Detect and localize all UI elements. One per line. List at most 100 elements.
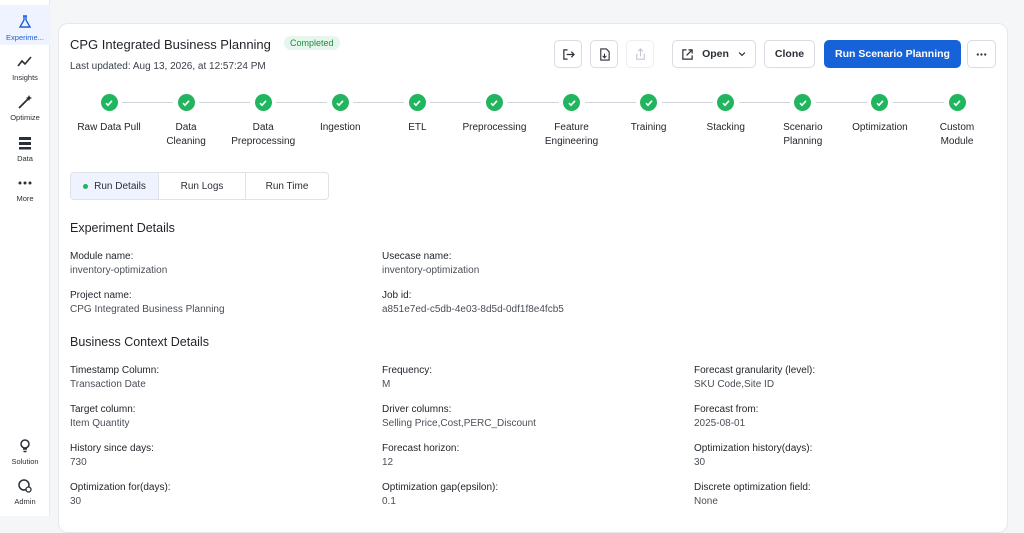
business-field: Driver columns: Selling Price,Cost,PERC_D…: [382, 403, 536, 431]
share-button[interactable]: [626, 40, 654, 68]
export-button[interactable]: [554, 40, 582, 68]
business-field: Optimization for(days): 30: [70, 481, 171, 509]
sidebar-item-optimize[interactable]: Optimize: [0, 94, 50, 124]
module-name-field: Module name: inventory-optimization: [70, 250, 167, 278]
clone-button[interactable]: Clone: [764, 40, 815, 68]
field-label: Project name:: [70, 290, 132, 301]
field-label: History since days:: [70, 443, 154, 454]
sidebar-item-label: Data: [17, 154, 33, 163]
check-icon: [871, 94, 889, 111]
admin-icon: [18, 479, 32, 493]
check-icon: [563, 94, 581, 111]
status-badge: Completed: [284, 36, 340, 50]
field-value: CPG Integrated Business Planning: [70, 304, 225, 315]
business-field: History since days: 730: [70, 442, 154, 470]
pipeline-step-label: Training: [630, 122, 667, 133]
sidebar: Experime... Insights Optimize Data More …: [0, 0, 50, 516]
business-field: Optimization history(days): 30: [694, 442, 812, 470]
check-icon: [794, 94, 812, 111]
pipeline-step-label: Optimization: [852, 122, 908, 133]
sidebar-item-label: More: [16, 194, 34, 203]
more-options-button[interactable]: [967, 40, 996, 68]
tab-label: Run Details: [94, 180, 146, 192]
experiment-card: CPG Integrated Business Planning Complet…: [58, 23, 1008, 533]
check-icon: [640, 94, 658, 111]
pipeline-step-label: Preprocessing: [462, 122, 527, 133]
business-field: Forecast from: 2025-08-01: [694, 403, 758, 431]
trend-icon: [17, 56, 32, 67]
business-field: Frequency: M: [382, 364, 432, 392]
sidebar-item-data[interactable]: Data: [0, 135, 50, 165]
field-value: a851e7ed-c5db-4e03-8d5d-0df1f8e4fcb5: [382, 304, 564, 315]
external-link-icon: [682, 48, 693, 60]
flask-icon: [18, 15, 32, 28]
sidebar-item-label: Experime...: [6, 33, 44, 42]
field-label: Forecast from:: [694, 404, 759, 415]
business-field: Forecast horizon: 12: [382, 442, 459, 470]
business-field: Target column: Item Quantity: [70, 403, 136, 431]
field-label: Optimization for(days):: [70, 482, 171, 493]
share-icon: [635, 47, 645, 60]
field-label: Job id:: [382, 290, 412, 301]
check-icon: [331, 94, 349, 111]
business-field: Discrete optimization field: None: [694, 481, 811, 509]
pipeline-stepper: Raw Data Pull Data Cleaning Data Preproces…: [59, 94, 1009, 154]
tab-run-details[interactable]: Run Details: [71, 173, 159, 199]
field-label: Forecast granularity (level):: [694, 365, 816, 376]
export-icon: [562, 48, 575, 60]
check-icon: [948, 94, 966, 111]
sidebar-item-more[interactable]: More: [0, 175, 50, 205]
sidebar-item-admin[interactable]: Admin: [0, 478, 50, 508]
field-label: Module name:: [70, 251, 134, 262]
active-dot-icon: [83, 183, 89, 189]
pipeline-step-label: Raw Data Pull: [77, 122, 141, 133]
document-button[interactable]: [590, 40, 618, 68]
field-value: SKU Code,Site ID: [694, 379, 775, 390]
field-value: 12: [382, 457, 394, 468]
project-name-field: Project name: CPG Integrated Business Pl…: [70, 289, 225, 317]
field-value: M: [382, 379, 391, 390]
tab-label: Run Time: [265, 180, 309, 192]
field-label: Frequency:: [382, 365, 433, 376]
field-value: inventory-optimization: [382, 265, 480, 276]
check-icon: [254, 94, 272, 111]
business-field: Forecast granularity (level): SKU Code,Si…: [694, 364, 815, 392]
sidebar-item-label: Optimize: [10, 113, 40, 122]
database-icon: [19, 137, 31, 150]
field-value: 2025-08-01: [694, 418, 746, 429]
field-label: Optimization gap(epsilon):: [382, 482, 499, 493]
pipeline-step-label: Data Cleaning: [166, 122, 206, 147]
pipeline-step-label: Data Preprocessing: [231, 122, 296, 147]
field-label: Usecase name:: [382, 251, 452, 262]
run-scenario-planning-button[interactable]: Run Scenario Planning: [824, 40, 961, 68]
field-value: 730: [70, 457, 87, 468]
field-value: 30: [70, 496, 82, 507]
tab-run-logs[interactable]: Run Logs: [159, 173, 246, 199]
tab-run-time[interactable]: Run Time: [246, 173, 328, 199]
pipeline-step-label: Feature Engineering: [544, 122, 599, 147]
field-label: Discrete optimization field:: [694, 482, 811, 493]
field-value: None: [694, 496, 718, 507]
tab-label: Run Logs: [180, 180, 224, 192]
sidebar-item-insights[interactable]: Insights: [0, 54, 50, 84]
pipeline-step[interactable]: Custom Module: [912, 94, 1002, 149]
field-label: Optimization history(days):: [694, 443, 813, 454]
experiment-details-heading: Experiment Details: [70, 221, 175, 235]
field-value: 0.1: [382, 496, 396, 507]
check-icon: [177, 94, 195, 111]
sidebar-item-solution[interactable]: Solution: [0, 438, 50, 468]
sidebar-item-label: Admin: [14, 497, 36, 506]
check-icon: [717, 94, 735, 111]
check-icon: [408, 94, 426, 111]
pipeline-step-label: Custom Module: [939, 122, 975, 147]
usecase-name-field: Usecase name: inventory-optimization: [382, 250, 479, 278]
business-field: Optimization gap(epsilon): 0.1: [382, 481, 498, 509]
field-value: 30: [694, 457, 706, 468]
more-horizontal-icon: [976, 52, 987, 56]
sidebar-item-experiments[interactable]: Experime...: [0, 5, 50, 45]
field-value: Selling Price,Cost,PERC_Discount: [382, 418, 536, 429]
pipeline-step-label: Ingestion: [319, 122, 361, 133]
pipeline-step-label: Stacking: [706, 122, 745, 133]
field-label: Target column:: [70, 404, 136, 415]
open-button[interactable]: Open: [672, 40, 756, 68]
